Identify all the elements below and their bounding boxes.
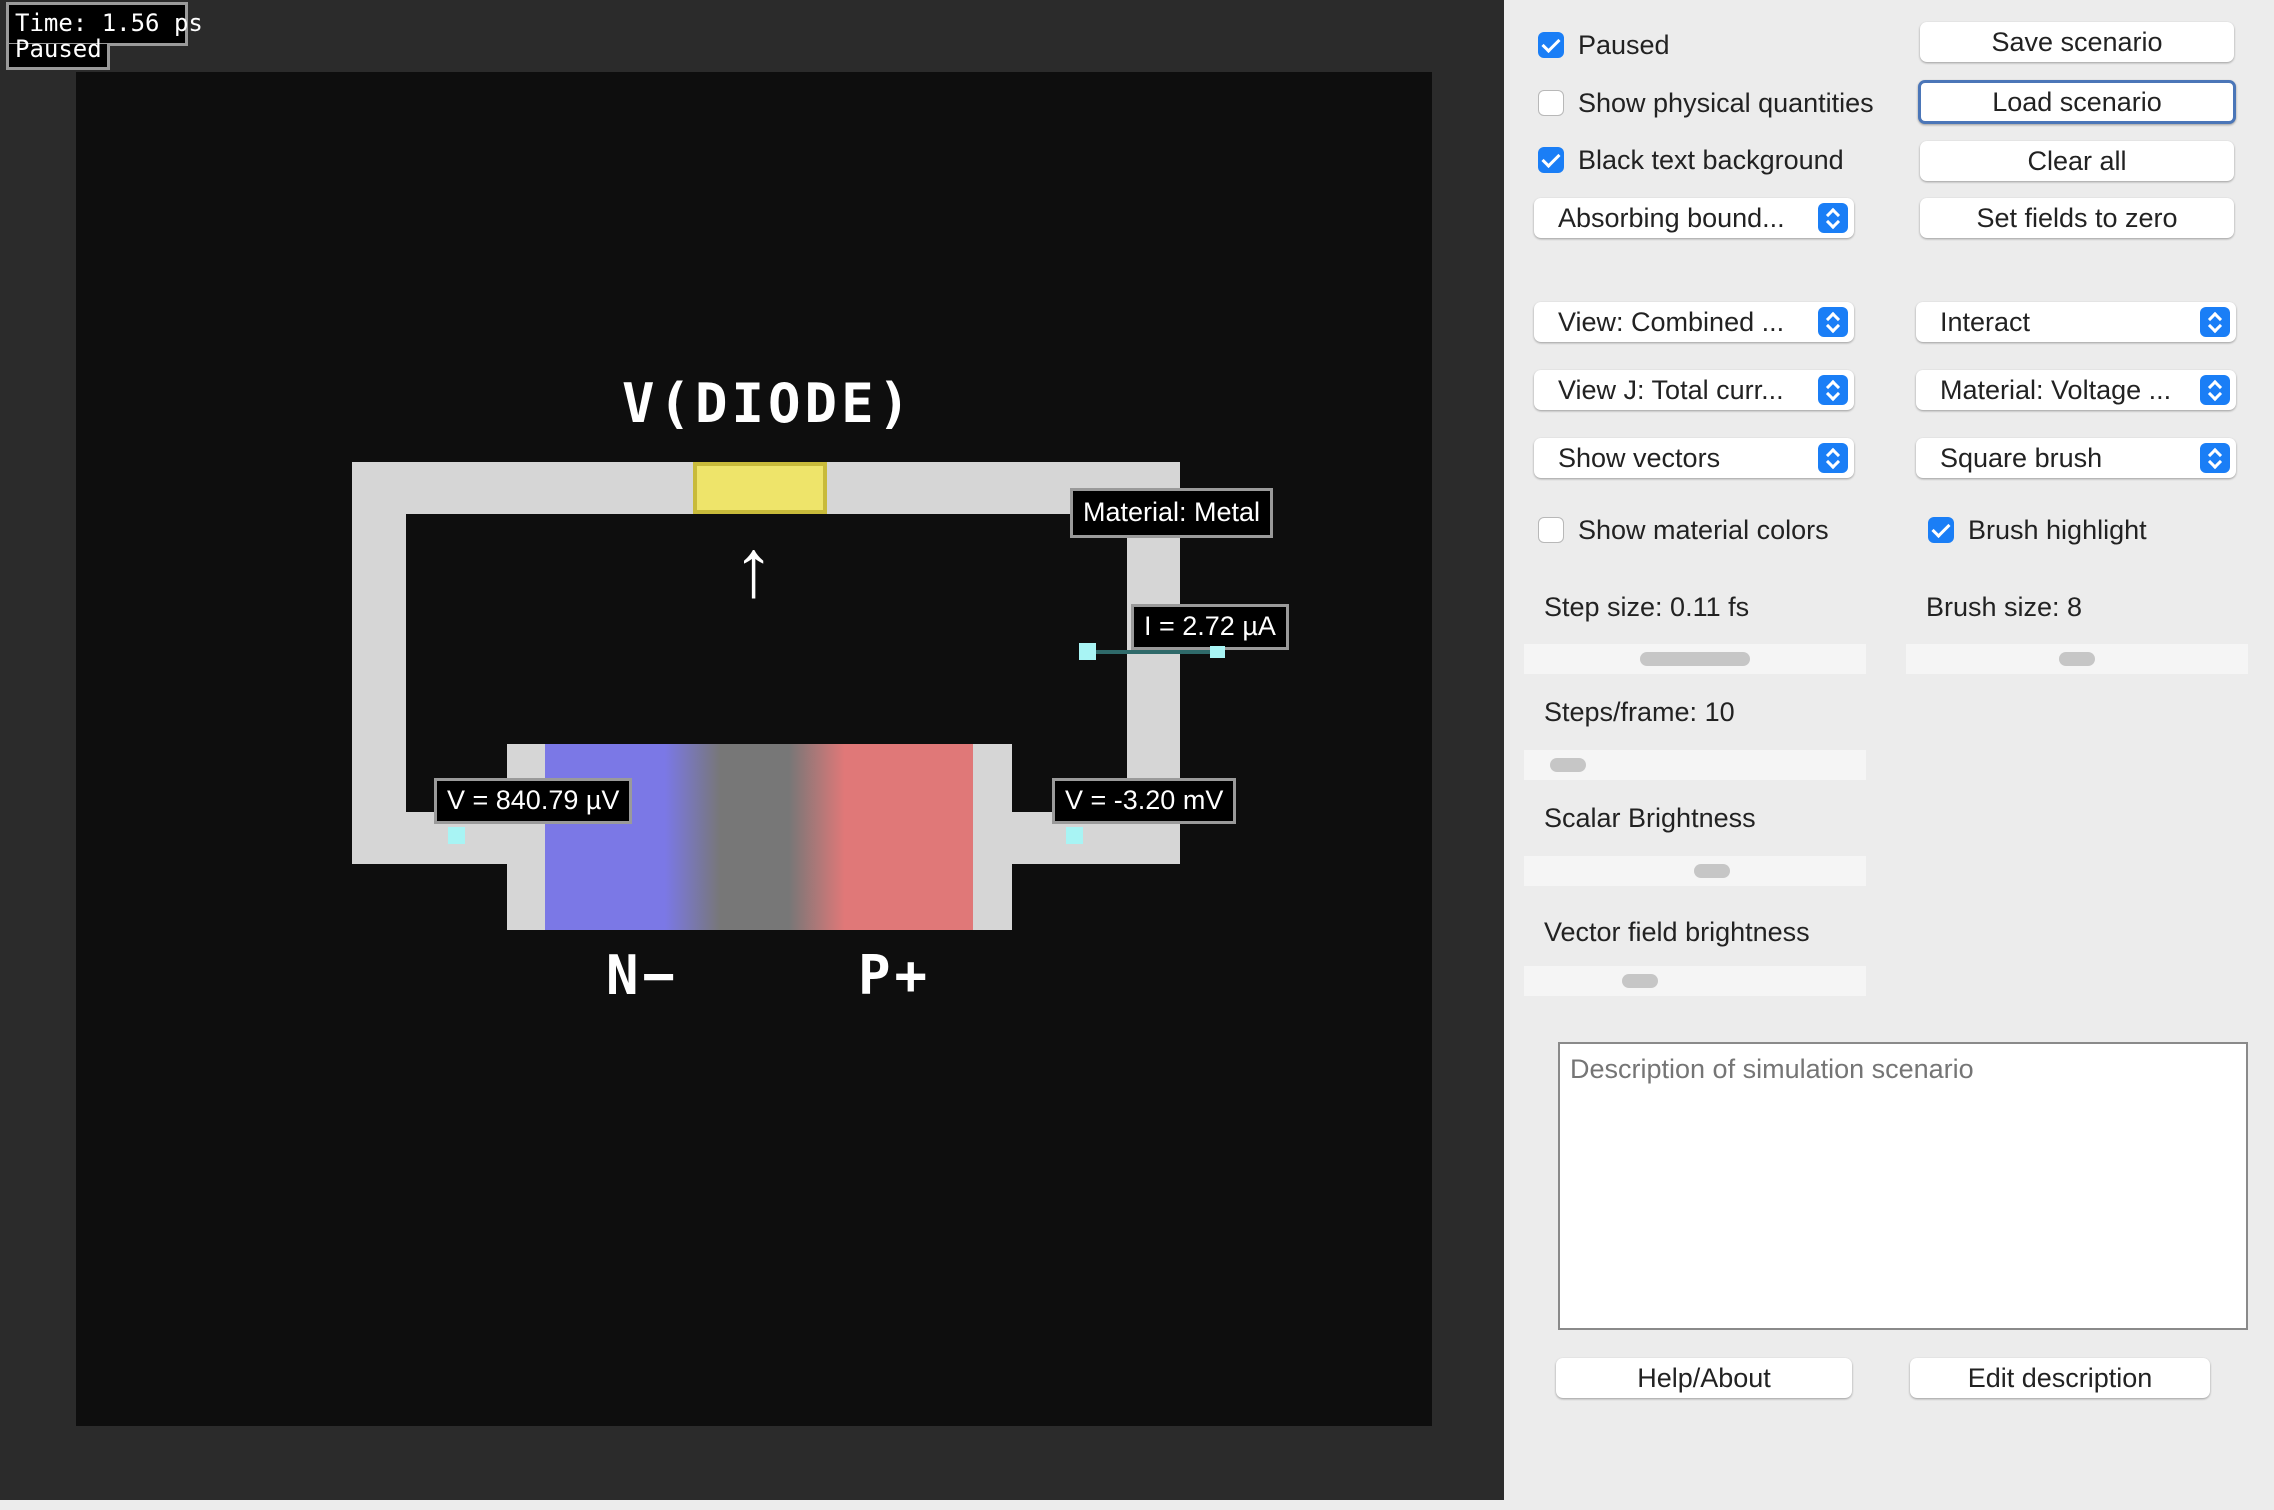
step-size-label: Step size: 0.11 fs: [1544, 592, 1750, 622]
current-arrow-icon: ↑: [733, 523, 774, 614]
step-size-slider[interactable]: [1524, 644, 1866, 674]
p-label: P+: [858, 944, 932, 1007]
voltage-probe-right[interactable]: [1066, 827, 1083, 844]
brush-size-slider-thumb[interactable]: [2059, 652, 2095, 666]
vector-brightness-label: Vector field brightness: [1544, 917, 1810, 947]
edit-description-button[interactable]: Edit description: [1910, 1358, 2210, 1398]
current-probe-start[interactable]: [1079, 643, 1096, 660]
view-select[interactable]: View: Combined ...: [1534, 302, 1854, 342]
time-readout: Time: 1.56 ps: [15, 9, 203, 37]
n-region: [545, 744, 695, 930]
scalar-brightness-slider-thumb[interactable]: [1694, 864, 1730, 878]
select-arrows-icon: [2200, 307, 2230, 337]
voltage-source: [693, 462, 827, 514]
scenario-description-textarea[interactable]: [1558, 1042, 2248, 1330]
save-scenario-button[interactable]: Save scenario: [1920, 22, 2234, 62]
current-probe-line: [1096, 650, 1222, 654]
boundary-select-value: Absorbing bound...: [1558, 203, 1785, 233]
steps-per-frame-label: Steps/frame: 10: [1544, 697, 1735, 727]
black-text-background-checkbox[interactable]: [1538, 147, 1564, 173]
voltage-left-label: V = 840.79 µV: [434, 778, 633, 824]
brush-size-label: Brush size: 8: [1926, 592, 2083, 622]
n-label: N−: [606, 944, 680, 1007]
load-scenario-button[interactable]: Load scenario: [1918, 80, 2236, 124]
diode-right-contact: [968, 744, 1012, 930]
interact-select[interactable]: Interact: [1916, 302, 2236, 342]
select-arrows-icon: [1818, 375, 1848, 405]
vectors-select-value: Show vectors: [1558, 443, 1721, 473]
select-arrows-icon: [1818, 203, 1848, 233]
show-material-colors-checkbox[interactable]: [1538, 517, 1564, 543]
help-about-button[interactable]: Help/About: [1556, 1358, 1852, 1398]
show-material-colors-label: Show material colors: [1578, 515, 1829, 545]
brush-highlight-checkbox[interactable]: [1928, 517, 1954, 543]
scalar-brightness-slider[interactable]: [1524, 856, 1866, 886]
view-j-select[interactable]: View J: Total curr...: [1534, 370, 1854, 410]
brush-highlight-label: Brush highlight: [1968, 515, 2147, 545]
vector-brightness-slider-thumb[interactable]: [1622, 974, 1658, 988]
set-fields-to-zero-button[interactable]: Set fields to zero: [1920, 198, 2234, 238]
current-probe-end[interactable]: [1210, 646, 1225, 658]
simulation-canvas[interactable]: V(DIODE) ↑ N− P+ Material: Metal I = 2.7…: [0, 0, 1504, 1500]
select-arrows-icon: [1818, 443, 1848, 473]
show-physical-quantities-checkbox[interactable]: [1538, 90, 1564, 116]
interact-select-value: Interact: [1940, 307, 2031, 337]
paused-readout: Paused: [15, 35, 102, 63]
brush-shape-select-value: Square brush: [1940, 443, 2103, 473]
steps-per-frame-slider-thumb[interactable]: [1550, 758, 1586, 772]
select-arrows-icon: [2200, 375, 2230, 405]
current-label: I = 2.72 µA: [1131, 604, 1289, 650]
step-size-slider-thumb[interactable]: [1640, 652, 1750, 666]
brush-shape-select[interactable]: Square brush: [1916, 438, 2236, 478]
show-physical-quantities-label: Show physical quantities: [1578, 88, 1874, 118]
voltage-probe-left[interactable]: [448, 827, 465, 844]
vector-brightness-slider[interactable]: [1524, 966, 1866, 996]
select-arrows-icon: [2200, 443, 2230, 473]
p-region: [820, 744, 970, 930]
select-arrows-icon: [1818, 307, 1848, 337]
diode-left-contact: [507, 744, 549, 930]
clear-all-button[interactable]: Clear all: [1920, 141, 2234, 181]
view-j-select-value: View J: Total curr...: [1558, 375, 1784, 405]
wire-left: [352, 462, 406, 864]
material-select-value: Material: Voltage ...: [1940, 375, 2172, 405]
material-select[interactable]: Material: Voltage ...: [1916, 370, 2236, 410]
steps-per-frame-slider[interactable]: [1524, 750, 1866, 780]
paused-checkbox[interactable]: [1538, 32, 1564, 58]
scalar-brightness-label: Scalar Brightness: [1544, 803, 1756, 833]
black-text-background-label: Black text background: [1578, 145, 1844, 175]
paused-label: Paused: [1578, 30, 1670, 60]
brush-size-slider[interactable]: [1906, 644, 2248, 674]
voltage-right-label: V = -3.20 mV: [1052, 778, 1237, 824]
boundary-select[interactable]: Absorbing bound...: [1534, 198, 1854, 238]
material-label: Material: Metal: [1070, 488, 1274, 538]
diode-title: V(DIODE): [622, 372, 915, 435]
vectors-select[interactable]: Show vectors: [1534, 438, 1854, 478]
view-select-value: View: Combined ...: [1558, 307, 1785, 337]
